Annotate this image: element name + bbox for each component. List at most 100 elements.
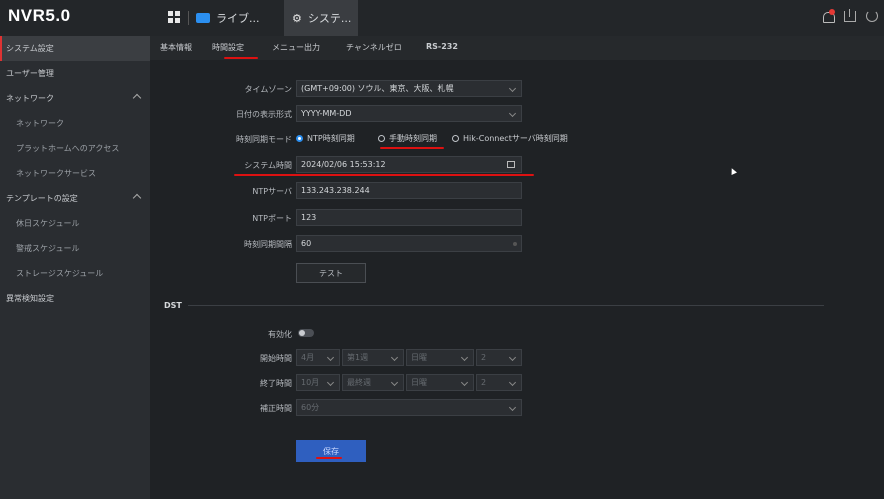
dst-end-month-select[interactable]: 10月 (296, 374, 340, 391)
menu-grid-icon[interactable] (168, 11, 180, 23)
radio-unselected-icon (452, 135, 459, 142)
sidebar-item-network-sub[interactable]: ネットワーク (0, 111, 150, 136)
tab-basic-info[interactable]: 基本情報 (160, 42, 192, 53)
sidebar-item-holiday-schedule[interactable]: 休日スケジュール (0, 211, 150, 236)
sidebar-item-label: 警戒スケジュール (16, 244, 80, 253)
chevron-down-icon (460, 378, 469, 387)
dst-offset-label: 補正時間 (260, 404, 292, 413)
sidebar-item-label: プラットホームへのアクセス (16, 144, 120, 153)
main-panel: 基本情報 時間設定 メニュー出力 チャンネルゼロ RS-232 タイムゾーン (… (150, 36, 884, 499)
chevron-down-icon (508, 109, 517, 118)
tab-live[interactable]: ライブ... (196, 0, 260, 36)
chevron-down-icon (390, 378, 399, 387)
app-logo: NVR5.0 (8, 6, 71, 25)
power-icon[interactable] (866, 10, 878, 22)
sidebar-item-network[interactable]: ネットワーク (0, 86, 150, 111)
chevron-down-icon (508, 353, 517, 362)
ntp-server-label: NTPサーバ (252, 187, 292, 196)
chevron-up-icon (132, 93, 142, 103)
dst-section-title: DST (164, 301, 182, 310)
ntp-port-input[interactable]: 123 (296, 209, 522, 226)
tab-menu-output[interactable]: メニュー出力 (272, 42, 320, 53)
alarm-bell-icon[interactable] (822, 9, 835, 23)
dst-offset-value: 60分 (301, 403, 320, 412)
dst-end-day-select[interactable]: 日曜 (406, 374, 474, 391)
ntp-server-value: 133.243.238.244 (301, 186, 370, 195)
dst-start-week: 第1週 (347, 353, 369, 362)
chevron-down-icon (508, 403, 517, 412)
highlight-underline (316, 457, 342, 459)
dst-start-week-select[interactable]: 第1週 (342, 349, 404, 366)
live-view-icon (196, 13, 210, 23)
sidebar-item-alert-schedule[interactable]: 警戒スケジュール (0, 236, 150, 261)
sidebar-item-anomaly-detection[interactable]: 異常検知設定 (0, 286, 150, 311)
ntp-port-value: 123 (301, 213, 317, 222)
system-time-field[interactable]: 2024/02/06 15:53:12 (296, 156, 522, 173)
sidebar-item-label: システム設定 (6, 44, 54, 53)
tab-rs232[interactable]: RS-232 (426, 42, 458, 51)
sidebar: システム設定 ユーザー管理 ネットワーク ネットワーク プラットホームへのアクセ… (0, 36, 150, 499)
sidebar-item-label: ユーザー管理 (6, 69, 54, 78)
tab-system-label: システ... (307, 12, 352, 25)
sidebar-item-user-management[interactable]: ユーザー管理 (0, 61, 150, 86)
sidebar-item-label: ネットワーク (6, 94, 54, 103)
radio-hik-connect-sync[interactable]: Hik-Connectサーバ時刻同期 (452, 133, 568, 144)
tab-channel-zero[interactable]: チャンネルゼロ (346, 42, 402, 53)
sidebar-item-system-settings[interactable]: システム設定 (0, 36, 150, 61)
system-time-label: システム時間 (244, 161, 292, 170)
dst-start-day-select[interactable]: 日曜 (406, 349, 474, 366)
chevron-down-icon (326, 353, 335, 362)
sidebar-item-label: ネットワークサービス (16, 169, 96, 178)
dst-enable-label: 有効化 (268, 330, 292, 339)
calendar-icon[interactable] (507, 161, 515, 168)
tab-time-settings[interactable]: 時間設定 (212, 42, 244, 53)
stepper-icon[interactable] (513, 242, 517, 246)
sidebar-item-label: 休日スケジュール (16, 219, 80, 228)
radio-unselected-icon (378, 135, 385, 142)
dst-offset-select[interactable]: 60分 (296, 399, 522, 416)
dst-end-day: 日曜 (411, 378, 427, 387)
sidebar-item-label: 異常検知設定 (6, 294, 54, 303)
divider (188, 305, 824, 306)
dst-end-hour-select[interactable]: 2 (476, 374, 522, 391)
sidebar-item-network-services[interactable]: ネットワークサービス (0, 161, 150, 186)
chevron-up-icon (132, 193, 142, 203)
dst-end-week-select[interactable]: 最終週 (342, 374, 404, 391)
sync-interval-input[interactable]: 60 (296, 235, 522, 252)
sync-interval-value: 60 (301, 239, 312, 248)
dst-start-month: 4月 (301, 353, 315, 362)
dst-end-label: 終了時間 (260, 379, 292, 388)
dst-start-hour: 2 (481, 353, 487, 362)
ntp-server-input[interactable]: 133.243.238.244 (296, 182, 522, 199)
radio-ntp-label: NTP時刻同期 (307, 134, 355, 143)
test-button[interactable]: テスト (296, 263, 366, 283)
chevron-down-icon (508, 84, 517, 93)
system-time-value: 2024/02/06 15:53:12 (301, 160, 386, 169)
timezone-value: (GMT+09:00) ソウル、東京、大阪、札幌 (301, 84, 454, 93)
sidebar-item-platform-access[interactable]: プラットホームへのアクセス (0, 136, 150, 161)
sidebar-item-template-settings[interactable]: テンプレートの設定 (0, 186, 150, 211)
dst-end-month: 10月 (301, 378, 320, 387)
radio-hik-label: Hik-Connectサーバ時刻同期 (463, 134, 568, 143)
highlight-underline (224, 57, 258, 59)
sub-tabs: 基本情報 時間設定 メニュー出力 チャンネルゼロ RS-232 (150, 36, 884, 60)
tab-system[interactable]: ⚙ システ... (284, 0, 358, 36)
dst-start-hour-select[interactable]: 2 (476, 349, 522, 366)
dst-start-month-select[interactable]: 4月 (296, 349, 340, 366)
gear-icon: ⚙ (292, 11, 302, 25)
sync-interval-label: 時刻同期間隔 (244, 240, 292, 249)
date-format-select[interactable]: YYYY-MM-DD (296, 105, 522, 122)
divider (188, 11, 189, 25)
dst-start-label: 開始時間 (260, 354, 292, 363)
export-icon[interactable] (844, 8, 856, 22)
radio-manual-sync[interactable]: 手動時刻同期 (378, 133, 437, 144)
timezone-select[interactable]: (GMT+09:00) ソウル、東京、大阪、札幌 (296, 80, 522, 97)
sidebar-item-label: ストレージスケジュール (16, 269, 104, 278)
chevron-down-icon (326, 378, 335, 387)
chevron-down-icon (390, 353, 399, 362)
radio-selected-icon (296, 135, 303, 142)
sidebar-item-storage-schedule[interactable]: ストレージスケジュール (0, 261, 150, 286)
highlight-underline (234, 174, 534, 176)
radio-ntp-sync[interactable]: NTP時刻同期 (296, 133, 355, 144)
dst-enable-toggle[interactable] (298, 329, 314, 337)
